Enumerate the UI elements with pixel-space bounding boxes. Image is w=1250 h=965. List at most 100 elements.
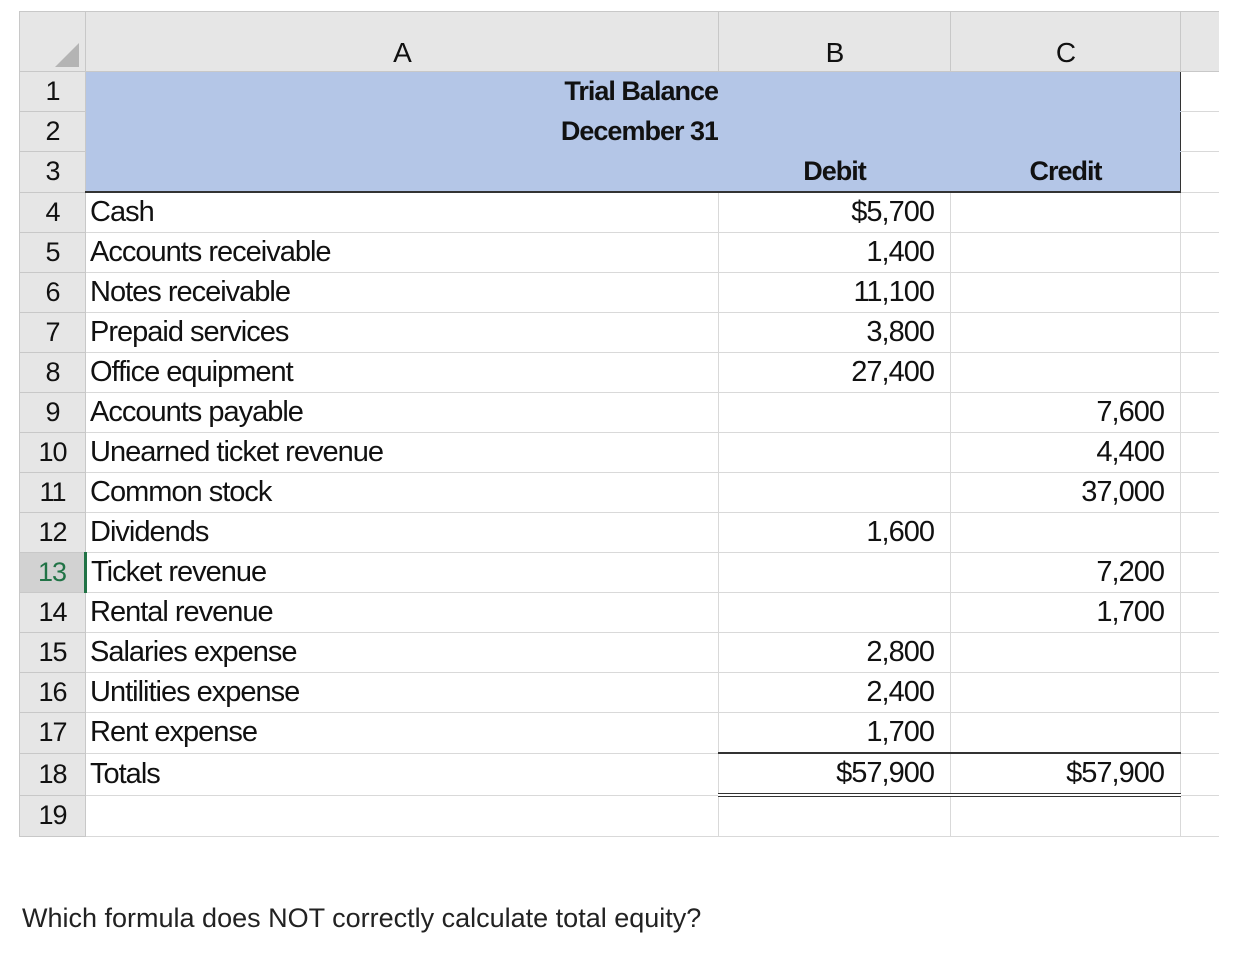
- account-cell[interactable]: Accounts payable: [85, 392, 719, 433]
- row-header[interactable]: 13: [19, 552, 87, 593]
- account-cell[interactable]: Dividends: [85, 512, 719, 553]
- credit-cell[interactable]: 7,600: [950, 392, 1181, 433]
- cell[interactable]: [950, 71, 1181, 112]
- cell[interactable]: [1180, 151, 1219, 193]
- cell[interactable]: [1180, 752, 1219, 796]
- debit-cell[interactable]: [718, 432, 951, 473]
- cell[interactable]: [1180, 794, 1219, 837]
- cell[interactable]: [1180, 352, 1219, 393]
- row-header[interactable]: 16: [19, 672, 86, 713]
- debit-cell[interactable]: [718, 392, 951, 433]
- account-cell[interactable]: Salaries expense: [85, 632, 719, 673]
- cell[interactable]: [1180, 312, 1219, 353]
- cell[interactable]: [1180, 392, 1219, 433]
- cell[interactable]: [1180, 432, 1219, 473]
- debit-cell[interactable]: 2,800: [718, 632, 951, 673]
- row-header[interactable]: 11: [19, 472, 86, 513]
- account-cell[interactable]: Office equipment: [85, 352, 719, 393]
- row-header[interactable]: 15: [19, 632, 86, 673]
- credit-cell[interactable]: 37,000: [950, 472, 1181, 513]
- row-header[interactable]: 3: [19, 151, 86, 193]
- credit-cell[interactable]: 4,400: [950, 432, 1181, 473]
- spreadsheet: A B C 1 Trial Balance 2 December 31 3 De…: [19, 11, 1219, 837]
- row-header[interactable]: 9: [19, 392, 86, 433]
- row-header[interactable]: 7: [19, 312, 86, 353]
- credit-cell[interactable]: [950, 512, 1181, 553]
- column-header-d[interactable]: [1180, 11, 1219, 72]
- debit-cell[interactable]: [718, 592, 951, 633]
- account-cell[interactable]: Rent expense: [85, 712, 719, 754]
- credit-cell[interactable]: [950, 232, 1181, 273]
- cell[interactable]: [718, 111, 951, 152]
- cell[interactable]: [950, 794, 1181, 837]
- column-header-a[interactable]: A: [85, 11, 719, 72]
- debit-cell[interactable]: 1,700: [718, 712, 951, 754]
- debit-cell[interactable]: $5,700: [718, 191, 951, 233]
- table-row: 7 Prepaid services 3,800: [19, 312, 1219, 353]
- row-header[interactable]: 5: [19, 232, 86, 273]
- cell[interactable]: [1180, 552, 1219, 593]
- credit-cell[interactable]: [950, 712, 1181, 754]
- debit-cell[interactable]: [718, 472, 951, 513]
- report-title: Trial Balance: [85, 71, 719, 112]
- row-header[interactable]: 12: [19, 512, 86, 553]
- cell[interactable]: [1180, 512, 1219, 553]
- cell[interactable]: [1180, 232, 1219, 273]
- account-cell[interactable]: Accounts receivable: [85, 232, 719, 273]
- cell[interactable]: [718, 71, 951, 112]
- credit-cell[interactable]: 7,200: [950, 552, 1181, 593]
- cell[interactable]: [1180, 632, 1219, 673]
- debit-cell[interactable]: 11,100: [718, 272, 951, 313]
- credit-cell[interactable]: [950, 272, 1181, 313]
- credit-cell[interactable]: [950, 191, 1181, 233]
- account-cell[interactable]: Rental revenue: [85, 592, 719, 633]
- table-row: 5 Accounts receivable 1,400: [19, 232, 1219, 273]
- row-header[interactable]: 4: [19, 191, 86, 233]
- cell[interactable]: [85, 794, 719, 837]
- debit-cell[interactable]: 2,400: [718, 672, 951, 713]
- cell[interactable]: [1180, 71, 1219, 112]
- row-header[interactable]: 17: [19, 712, 86, 754]
- account-cell[interactable]: Common stock: [85, 472, 719, 513]
- row-header[interactable]: 6: [19, 272, 86, 313]
- credit-cell[interactable]: [950, 312, 1181, 353]
- row-header[interactable]: 1: [19, 71, 86, 112]
- credit-cell[interactable]: 1,700: [950, 592, 1181, 633]
- select-all-button[interactable]: [19, 11, 86, 72]
- debit-cell[interactable]: [718, 552, 951, 593]
- credit-cell[interactable]: [950, 352, 1181, 393]
- account-cell[interactable]: Prepaid services: [85, 312, 719, 353]
- cell[interactable]: [1180, 672, 1219, 713]
- cell[interactable]: [1180, 592, 1219, 633]
- column-header-c[interactable]: C: [950, 11, 1181, 72]
- debit-cell[interactable]: 1,600: [718, 512, 951, 553]
- cell[interactable]: [950, 111, 1181, 152]
- total-debit[interactable]: $57,900: [718, 752, 951, 797]
- totals-label[interactable]: Totals: [85, 752, 719, 796]
- row-header[interactable]: 8: [19, 352, 86, 393]
- cell[interactable]: [1180, 111, 1219, 152]
- row-header[interactable]: 18: [19, 752, 86, 796]
- debit-cell[interactable]: 27,400: [718, 352, 951, 393]
- cell[interactable]: [1180, 712, 1219, 754]
- account-cell[interactable]: Notes receivable: [85, 272, 719, 313]
- row-header[interactable]: 19: [19, 794, 86, 837]
- debit-cell[interactable]: 3,800: [718, 312, 951, 353]
- cell[interactable]: [85, 151, 719, 193]
- account-cell[interactable]: Cash: [85, 191, 719, 233]
- cell[interactable]: [718, 794, 951, 837]
- account-cell[interactable]: Unearned ticket revenue: [85, 432, 719, 473]
- row-header[interactable]: 14: [19, 592, 86, 633]
- row-header[interactable]: 2: [19, 111, 86, 152]
- cell[interactable]: [1180, 472, 1219, 513]
- account-cell[interactable]: Untilities expense: [85, 672, 719, 713]
- column-header-b[interactable]: B: [718, 11, 951, 72]
- cell[interactable]: [1180, 191, 1219, 233]
- cell[interactable]: [1180, 272, 1219, 313]
- debit-cell[interactable]: 1,400: [718, 232, 951, 273]
- account-cell[interactable]: Ticket revenue: [85, 552, 719, 593]
- credit-cell[interactable]: [950, 672, 1181, 713]
- credit-cell[interactable]: [950, 632, 1181, 673]
- row-header[interactable]: 10: [19, 432, 86, 473]
- total-credit[interactable]: $57,900: [950, 752, 1181, 797]
